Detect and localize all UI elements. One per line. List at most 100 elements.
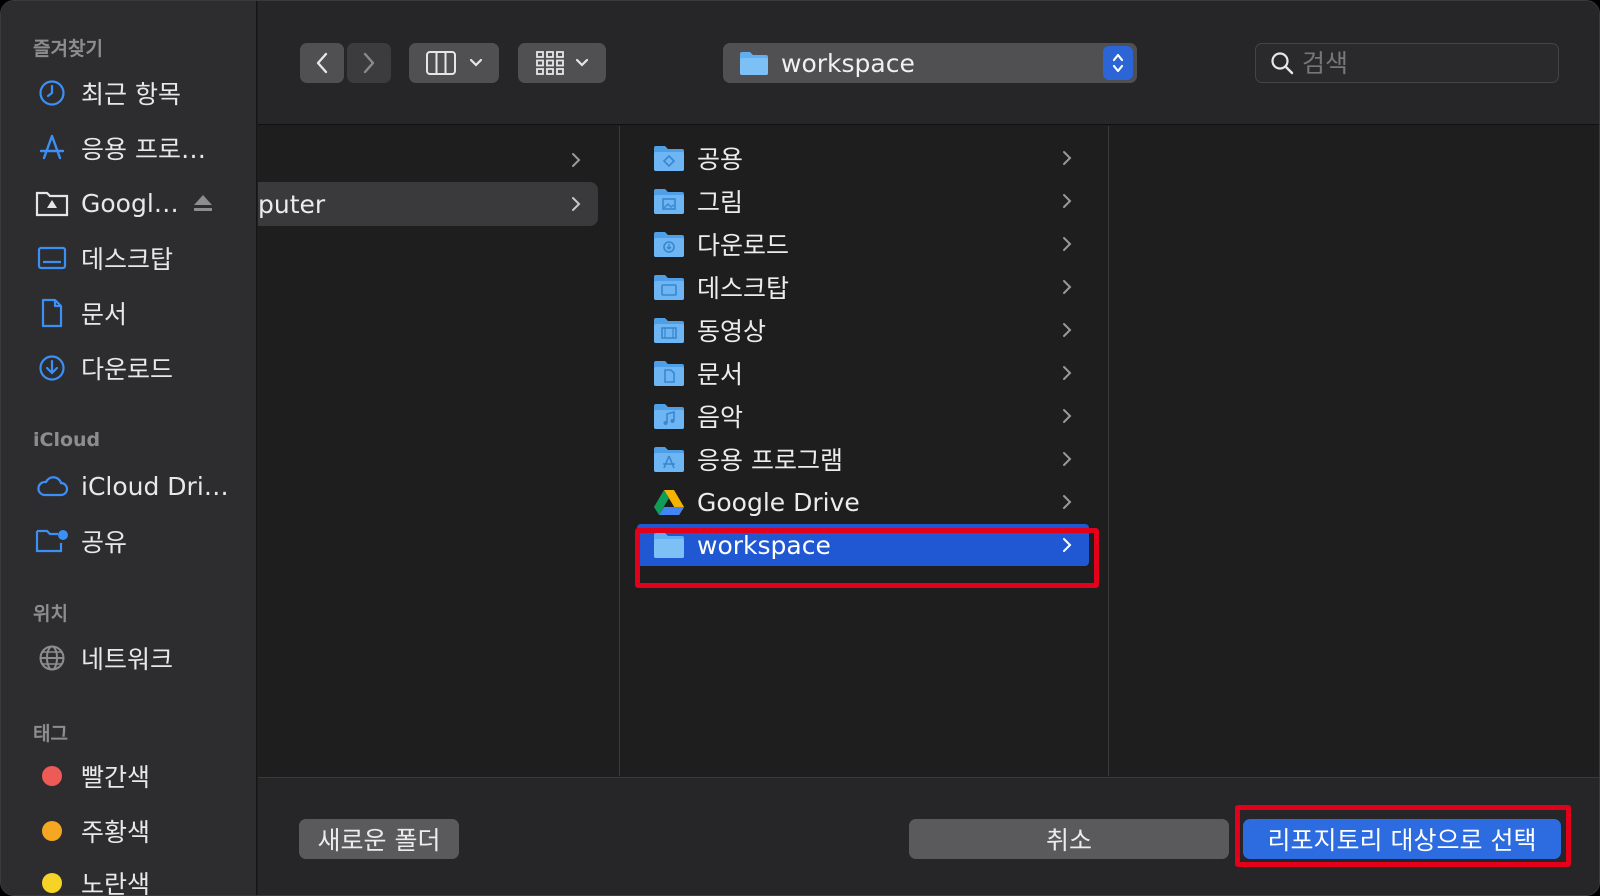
folder-row-label: 동영상 <box>697 317 767 346</box>
folder-row-desktop[interactable]: 데스크탑 <box>637 266 1089 308</box>
back-button[interactable] <box>300 43 344 83</box>
folder-row-public[interactable]: 공용 <box>637 137 1089 179</box>
chevron-right-icon <box>1063 280 1072 294</box>
desktop-folder-icon <box>654 275 684 300</box>
search-icon <box>1271 52 1294 75</box>
sidebar-item-icloud-drive[interactable]: iCloud Dri… <box>35 466 249 506</box>
forward-button[interactable] <box>347 43 391 83</box>
dialog-footer: 새로운 폴더 취소 리포지토리 대상으로 선택 <box>258 777 1599 895</box>
chevron-right-icon <box>1063 366 1072 380</box>
sidebar-item-desktop[interactable]: 데스크탑 <box>35 238 249 278</box>
google-drive-icon <box>654 490 684 515</box>
tag-dot-icon <box>35 759 69 793</box>
folder-row-downloads[interactable]: 다운로드 <box>637 223 1089 265</box>
folder-row-label: 음악 <box>697 403 744 432</box>
chevron-down-icon <box>469 58 483 67</box>
group-by-button[interactable] <box>518 43 606 83</box>
folder-icon <box>654 533 684 558</box>
sidebar-item-label: 빨간색 <box>81 763 151 792</box>
view-mode-button[interactable] <box>409 43 499 83</box>
cloud-icon <box>35 469 69 503</box>
chevron-right-icon <box>1063 151 1072 165</box>
folder-row-label: 공용 <box>697 145 744 174</box>
sidebar-item-documents[interactable]: 문서 <box>35 293 249 333</box>
folder-row-label: Google Drive <box>697 487 860 517</box>
cancel-button[interactable]: 취소 <box>909 819 1229 859</box>
search-field[interactable] <box>1255 43 1559 83</box>
column-item[interactable] <box>258 138 598 182</box>
sidebar-item-recents[interactable]: 최근 항목 <box>35 73 249 113</box>
sidebar-item-label: 데스크탑 <box>81 245 174 274</box>
eject-icon[interactable] <box>191 191 215 215</box>
path-label: workspace <box>781 48 915 78</box>
folder-row-label: 응용 프로그램 <box>697 446 843 475</box>
chevron-right-icon <box>572 197 581 211</box>
sidebar: 즐겨찾기 최근 항목 응용 프로… Googl… 데스크탑 문서 다운로드 iC… <box>1 1 257 896</box>
search-input[interactable] <box>1302 48 1542 78</box>
folder-row-pictures[interactable]: 그림 <box>637 180 1089 222</box>
tag-dot-icon <box>35 866 69 895</box>
sidebar-item-tag-red[interactable]: 빨간색 <box>35 756 249 796</box>
sidebar-item-tag-orange[interactable]: 주황색 <box>35 811 249 851</box>
folder-row-google-drive[interactable]: Google Drive <box>637 481 1089 523</box>
chevron-right-icon <box>363 52 375 74</box>
sidebar-item-label: iCloud Dri… <box>81 471 229 501</box>
sidebar-item-network[interactable]: 네트워크 <box>35 638 249 678</box>
sidebar-heading-locations: 위치 <box>33 603 68 625</box>
tag-dot-icon <box>35 814 69 848</box>
folder-row-movies[interactable]: 동영상 <box>637 309 1089 351</box>
sidebar-heading-tags: 태그 <box>33 723 68 745</box>
sidebar-item-applications[interactable]: 응용 프로… <box>35 128 249 168</box>
folder-row-applications[interactable]: 응용 프로그램 <box>637 438 1089 480</box>
folder-row-label: 다운로드 <box>697 231 790 260</box>
folder-row-workspace[interactable]: workspace <box>637 524 1089 566</box>
chevron-right-icon <box>1063 323 1072 337</box>
sidebar-item-label: 노란색 <box>81 870 151 896</box>
new-folder-button[interactable]: 새로운 폴더 <box>299 819 459 859</box>
sidebar-item-label: 다운로드 <box>81 355 174 384</box>
movies-folder-icon <box>654 318 684 343</box>
desktop-icon <box>35 241 69 275</box>
chevron-right-icon <box>1063 452 1072 466</box>
globe-icon <box>35 641 69 675</box>
pictures-folder-icon <box>654 189 684 214</box>
chevron-down-icon <box>575 58 589 67</box>
chevron-right-icon <box>1063 495 1072 509</box>
folder-row-music[interactable]: 음악 <box>637 395 1089 437</box>
app-store-icon <box>35 131 69 165</box>
document-icon <box>35 296 69 330</box>
grid-icon <box>536 51 564 75</box>
column-item-computer[interactable]: puter <box>258 182 598 226</box>
folder-row-documents[interactable]: 문서 <box>637 352 1089 394</box>
sidebar-item-label: 공유 <box>81 528 128 557</box>
sidebar-item-label: 네트워크 <box>81 645 174 674</box>
downloads-folder-icon <box>654 232 684 257</box>
columns-view-icon <box>426 51 456 75</box>
chevron-right-icon <box>1063 194 1072 208</box>
path-popup[interactable]: workspace <box>723 43 1137 83</box>
folder-row-label: 데스크탑 <box>697 274 790 303</box>
sidebar-item-downloads[interactable]: 다운로드 <box>35 348 249 388</box>
applications-folder-icon <box>654 447 684 472</box>
sidebar-item-tag-yellow[interactable]: 노란색 <box>35 863 249 896</box>
column-preview-empty <box>1110 126 1599 776</box>
toolbar: workspace <box>258 1 1599 125</box>
sidebar-heading-icloud: iCloud <box>33 429 101 451</box>
folder-icon <box>740 52 768 75</box>
sidebar-item-google-drive[interactable]: Googl… <box>35 183 249 223</box>
chevron-right-icon <box>1063 237 1072 251</box>
sidebar-item-label: 최근 항목 <box>81 80 181 109</box>
column-folder-list: 공용 그림 다운로드 데스크탑 동영상 문서 음악 응용 프로그램 Google… <box>621 126 1109 776</box>
chevron-left-icon <box>316 52 328 74</box>
chevron-right-icon <box>1063 538 1072 552</box>
clock-icon <box>35 76 69 110</box>
folder-row-label: workspace <box>697 530 831 560</box>
select-repository-target-button[interactable]: 리포지토리 대상으로 선택 <box>1243 819 1561 859</box>
chevron-right-icon <box>1063 409 1072 423</box>
sidebar-item-shared[interactable]: 공유 <box>35 521 249 561</box>
updown-stepper-icon <box>1103 46 1133 80</box>
folder-row-label: 그림 <box>697 188 744 217</box>
folder-row-label: 문서 <box>697 360 744 389</box>
file-chooser-window: 즐겨찾기 최근 항목 응용 프로… Googl… 데스크탑 문서 다운로드 iC… <box>0 0 1600 896</box>
public-folder-icon <box>654 146 684 171</box>
